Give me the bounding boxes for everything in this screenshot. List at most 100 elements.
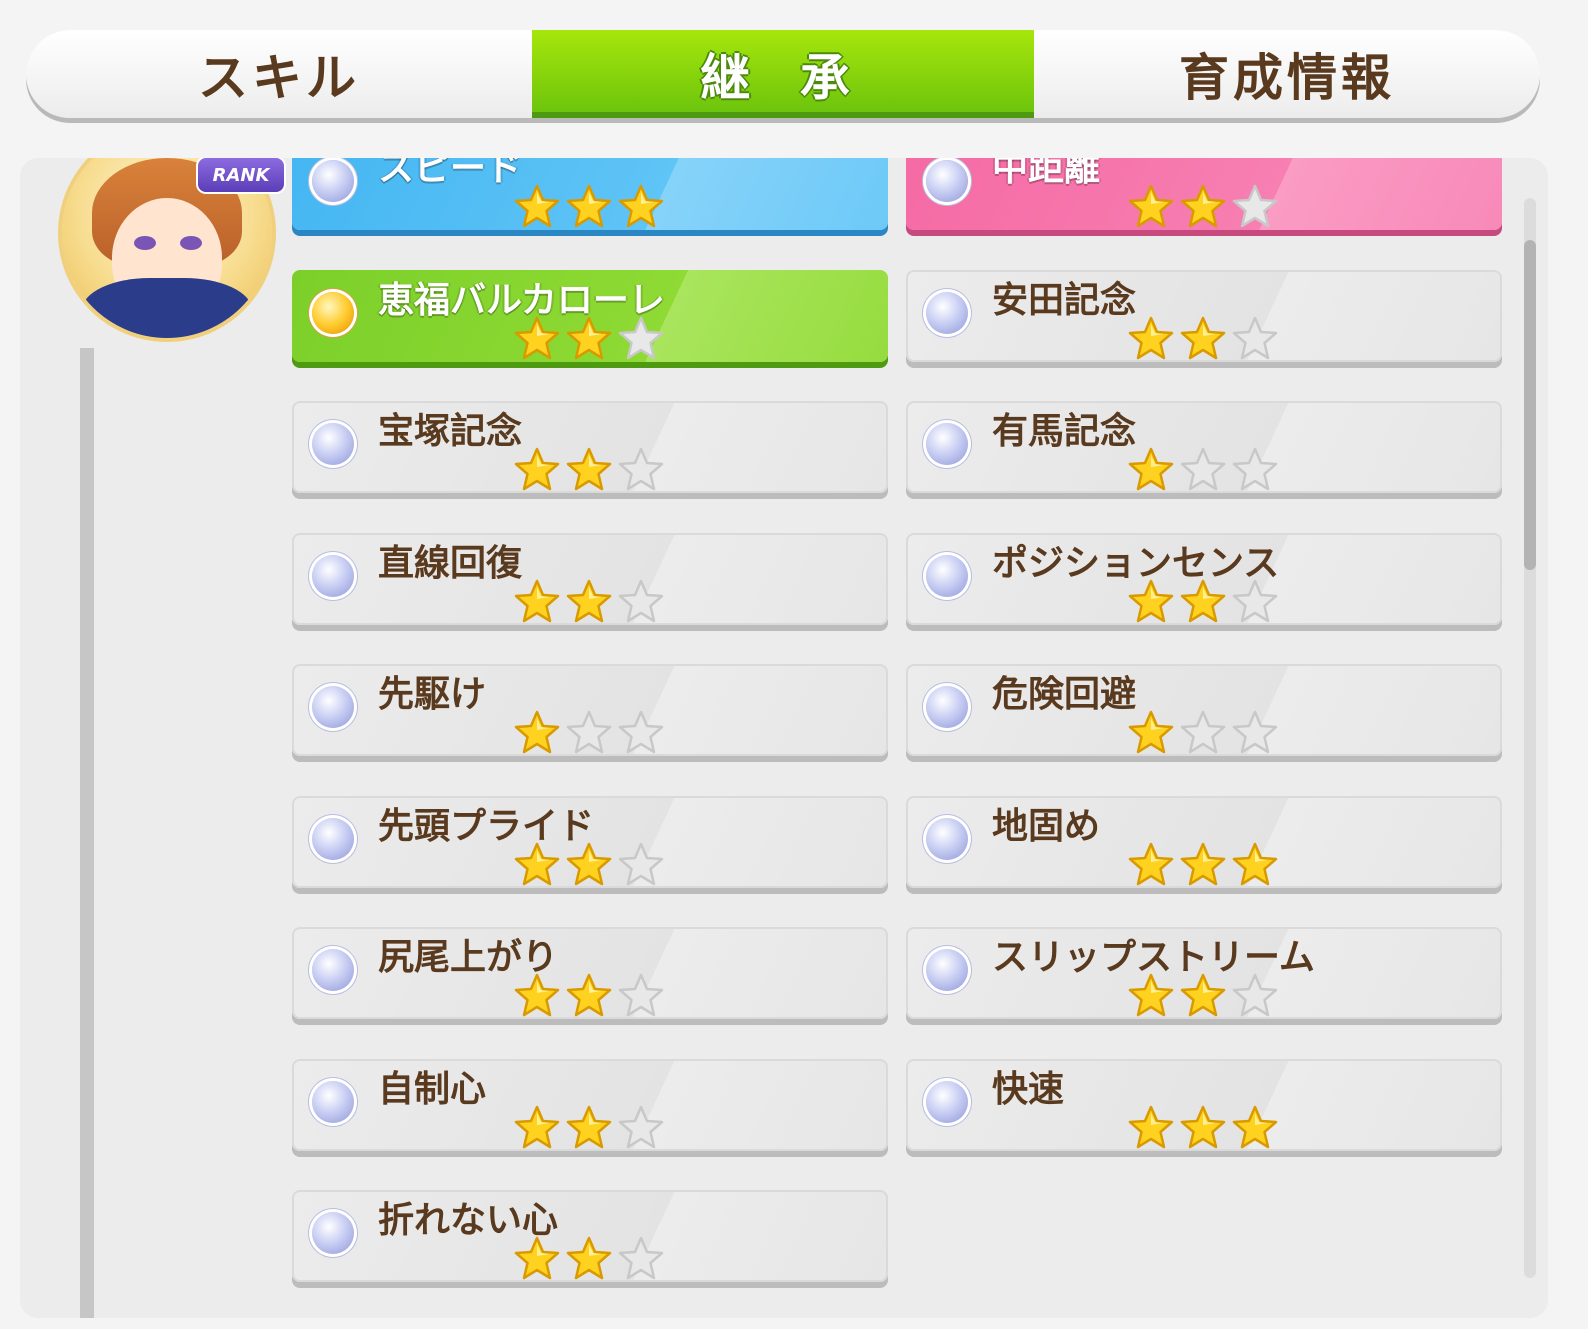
star-rating <box>514 184 664 240</box>
star-filled-icon <box>1180 973 1226 1019</box>
orb-icon <box>312 949 354 991</box>
star-filled-icon <box>1128 710 1174 756</box>
factor-card[interactable]: 宝塚記念 <box>292 401 888 493</box>
factor-label: 宝塚記念 <box>378 411 523 452</box>
star-empty-icon <box>1232 447 1278 493</box>
star-rating <box>1128 447 1278 503</box>
scrollbar[interactable] <box>1524 198 1536 1278</box>
star-rating <box>1128 579 1278 635</box>
star-filled-icon <box>566 316 612 362</box>
star-filled-icon <box>1180 579 1226 625</box>
factor-card[interactable]: 先駆け <box>292 664 888 756</box>
star-filled-icon <box>1128 842 1174 888</box>
factor-card[interactable]: 自制心 <box>292 1058 888 1151</box>
tab-skill[interactable]: スキル <box>26 30 532 118</box>
star-filled-icon <box>1232 842 1278 888</box>
factor-label: 有馬記念 <box>992 411 1137 452</box>
star-rating <box>1128 842 1278 898</box>
star-empty-icon <box>1232 184 1278 230</box>
star-rating <box>514 316 664 372</box>
star-filled-icon <box>1180 316 1226 362</box>
orb-icon <box>312 1212 354 1254</box>
star-empty-icon <box>1180 447 1226 493</box>
factor-label: 直線回復 <box>378 542 523 584</box>
orb-icon <box>926 949 968 991</box>
star-empty-icon <box>1232 710 1278 756</box>
star-empty-icon <box>618 1105 664 1151</box>
star-filled-icon <box>1128 184 1174 230</box>
star-empty-icon <box>1232 579 1278 625</box>
star-filled-icon <box>1180 842 1226 888</box>
scrollbar-thumb[interactable] <box>1524 240 1536 570</box>
factor-card[interactable]: 先頭プライド <box>292 795 888 888</box>
factor-card[interactable]: 有馬記念 <box>906 401 1502 493</box>
star-filled-icon <box>514 1236 560 1282</box>
star-filled-icon <box>1180 1105 1226 1151</box>
orb-icon <box>926 423 968 465</box>
factor-card[interactable]: スリップストリーム <box>906 927 1502 1019</box>
star-filled-icon <box>566 184 612 230</box>
lineage-line <box>80 348 94 1318</box>
factor-label: 中距離 <box>992 158 1101 189</box>
star-empty-icon <box>618 1236 664 1282</box>
star-filled-icon <box>566 973 612 1019</box>
star-filled-icon <box>1232 1105 1278 1151</box>
orb-icon <box>312 686 354 728</box>
star-empty-icon <box>618 316 664 362</box>
star-rating <box>514 1236 664 1292</box>
rank-badge: RANK <box>198 158 284 192</box>
factor-label: 危険回避 <box>992 674 1137 715</box>
orb-icon <box>312 1080 354 1123</box>
factor-card[interactable]: 中距離 <box>906 158 1502 230</box>
star-rating <box>514 447 664 503</box>
star-rating <box>514 579 664 635</box>
star-rating <box>1128 973 1278 1029</box>
star-filled-icon <box>514 973 560 1019</box>
star-empty-icon <box>618 447 664 493</box>
factor-card[interactable]: ポジションセンス <box>906 532 1502 625</box>
star-empty-icon <box>1232 316 1278 362</box>
star-filled-icon <box>566 1105 612 1151</box>
gold-orb-icon <box>312 291 354 334</box>
star-filled-icon <box>514 710 560 756</box>
star-empty-icon <box>618 579 664 625</box>
inheritance-panel: RANK スピード恵福バルカローレ宝塚記念直線回復先駆け先頭プライド 尻尾上がり自… <box>20 158 1548 1318</box>
star-empty-icon <box>618 973 664 1019</box>
factor-label: 快速 <box>992 1068 1065 1110</box>
star-empty-icon <box>618 710 664 756</box>
factor-card[interactable]: 危険回避 <box>906 664 1502 756</box>
star-filled-icon <box>566 842 612 888</box>
orb-icon <box>926 1080 968 1123</box>
factor-card[interactable]: 地固め <box>906 795 1502 888</box>
factor-label: 地固め <box>992 805 1101 847</box>
star-filled-icon <box>1128 1105 1174 1151</box>
character-avatar[interactable]: RANK <box>62 158 284 346</box>
star-rating <box>1128 710 1278 766</box>
tab-inheritance[interactable]: 継 承 <box>532 30 1034 118</box>
factor-label: 自制心 <box>378 1068 487 1110</box>
factor-label: スピード <box>378 158 523 189</box>
star-rating <box>514 842 664 898</box>
star-rating <box>514 973 664 1029</box>
star-filled-icon <box>1128 579 1174 625</box>
tab-training-info[interactable]: 育成情報 <box>1034 30 1540 118</box>
star-filled-icon <box>1180 184 1226 230</box>
orb-icon <box>312 160 354 202</box>
orb-icon <box>926 686 968 728</box>
orb-icon <box>926 817 968 860</box>
star-rating <box>514 710 664 766</box>
star-rating <box>1128 184 1278 240</box>
orb-icon <box>926 554 968 597</box>
factor-card[interactable]: 快速 <box>906 1058 1502 1151</box>
factor-card[interactable]: スピード <box>292 158 888 230</box>
factor-card[interactable]: 恵福バルカローレ <box>292 269 888 362</box>
star-filled-icon <box>618 184 664 230</box>
factor-card[interactable]: 安田記念 <box>906 269 1502 362</box>
star-filled-icon <box>514 184 560 230</box>
factor-card[interactable]: 直線回復 <box>292 532 888 625</box>
factor-card[interactable]: 尻尾上がり <box>292 927 888 1019</box>
factor-card[interactable]: 折れない心 <box>292 1190 888 1282</box>
factor-label: 先駆け <box>378 674 487 715</box>
star-filled-icon <box>1128 973 1174 1019</box>
star-filled-icon <box>514 1105 560 1151</box>
